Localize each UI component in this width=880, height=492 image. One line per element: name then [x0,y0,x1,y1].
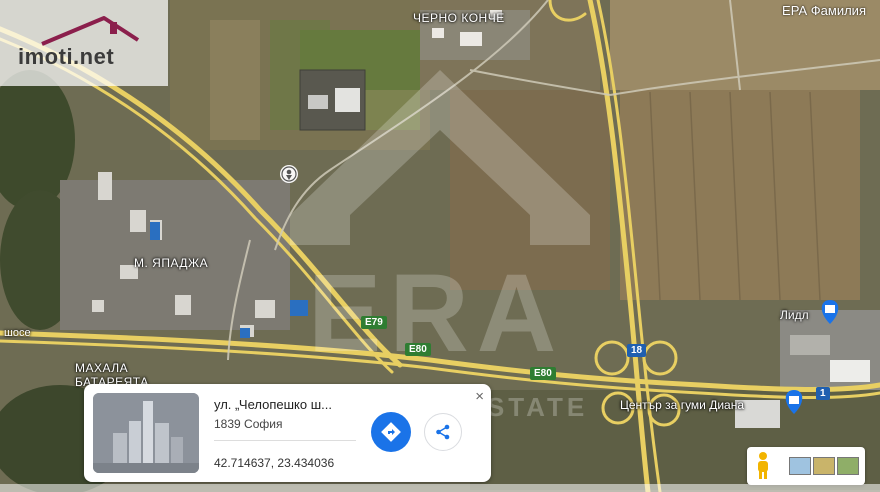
pegman-icon[interactable] [753,451,773,481]
building-placeholder-icon [93,393,199,473]
road-shield-e80-east: E80 [530,367,556,380]
directions-button[interactable] [371,412,411,452]
place-address: ул. „Челопешко ш... [214,397,332,412]
location-pin-icon [280,165,298,183]
card-divider [214,440,356,441]
map-attribution-bar [0,484,880,492]
map-controls [747,447,865,485]
share-icon [436,424,450,440]
label-cherno-konche: ЧЕРНО КОНЧЕ [413,11,505,25]
label-mahala-line1: МАХАЛА [75,361,129,375]
street-view-thumbnail[interactable] [93,393,199,473]
place-coordinates: 42.714637, 23.434036 [214,456,335,470]
road-shield-e79: E79 [361,316,387,329]
place-postal-city: 1839 София [214,417,283,431]
label-yapadzha: М. ЯПАДЖА [134,256,209,270]
place-info-card[interactable]: ул. „Челопешко ш... 1839 София 42.714637… [84,384,491,482]
label-tire-center[interactable]: Център за гуми Диана [620,398,744,412]
logo-text: imoti.net [18,44,115,69]
close-card-button[interactable]: × [475,388,484,405]
layer-thumbnail-satellite[interactable] [837,457,859,475]
road-shield-1: 1 [816,387,830,400]
road-shield-18: 18 [627,344,647,357]
label-lidl[interactable]: Лидл [780,308,809,322]
road-shield-e80-west: E80 [405,343,431,356]
directions-icon [381,422,401,442]
agency-name: ЕРА Фамилия [782,3,866,18]
share-button[interactable] [424,413,462,451]
layer-thumbnail-map[interactable] [789,457,811,475]
imoti-logo[interactable]: imoti.net [0,0,168,86]
watermark-era: ERA [308,252,565,375]
layer-thumbnail-terrain[interactable] [813,457,835,475]
label-shose: шосе [4,327,31,339]
